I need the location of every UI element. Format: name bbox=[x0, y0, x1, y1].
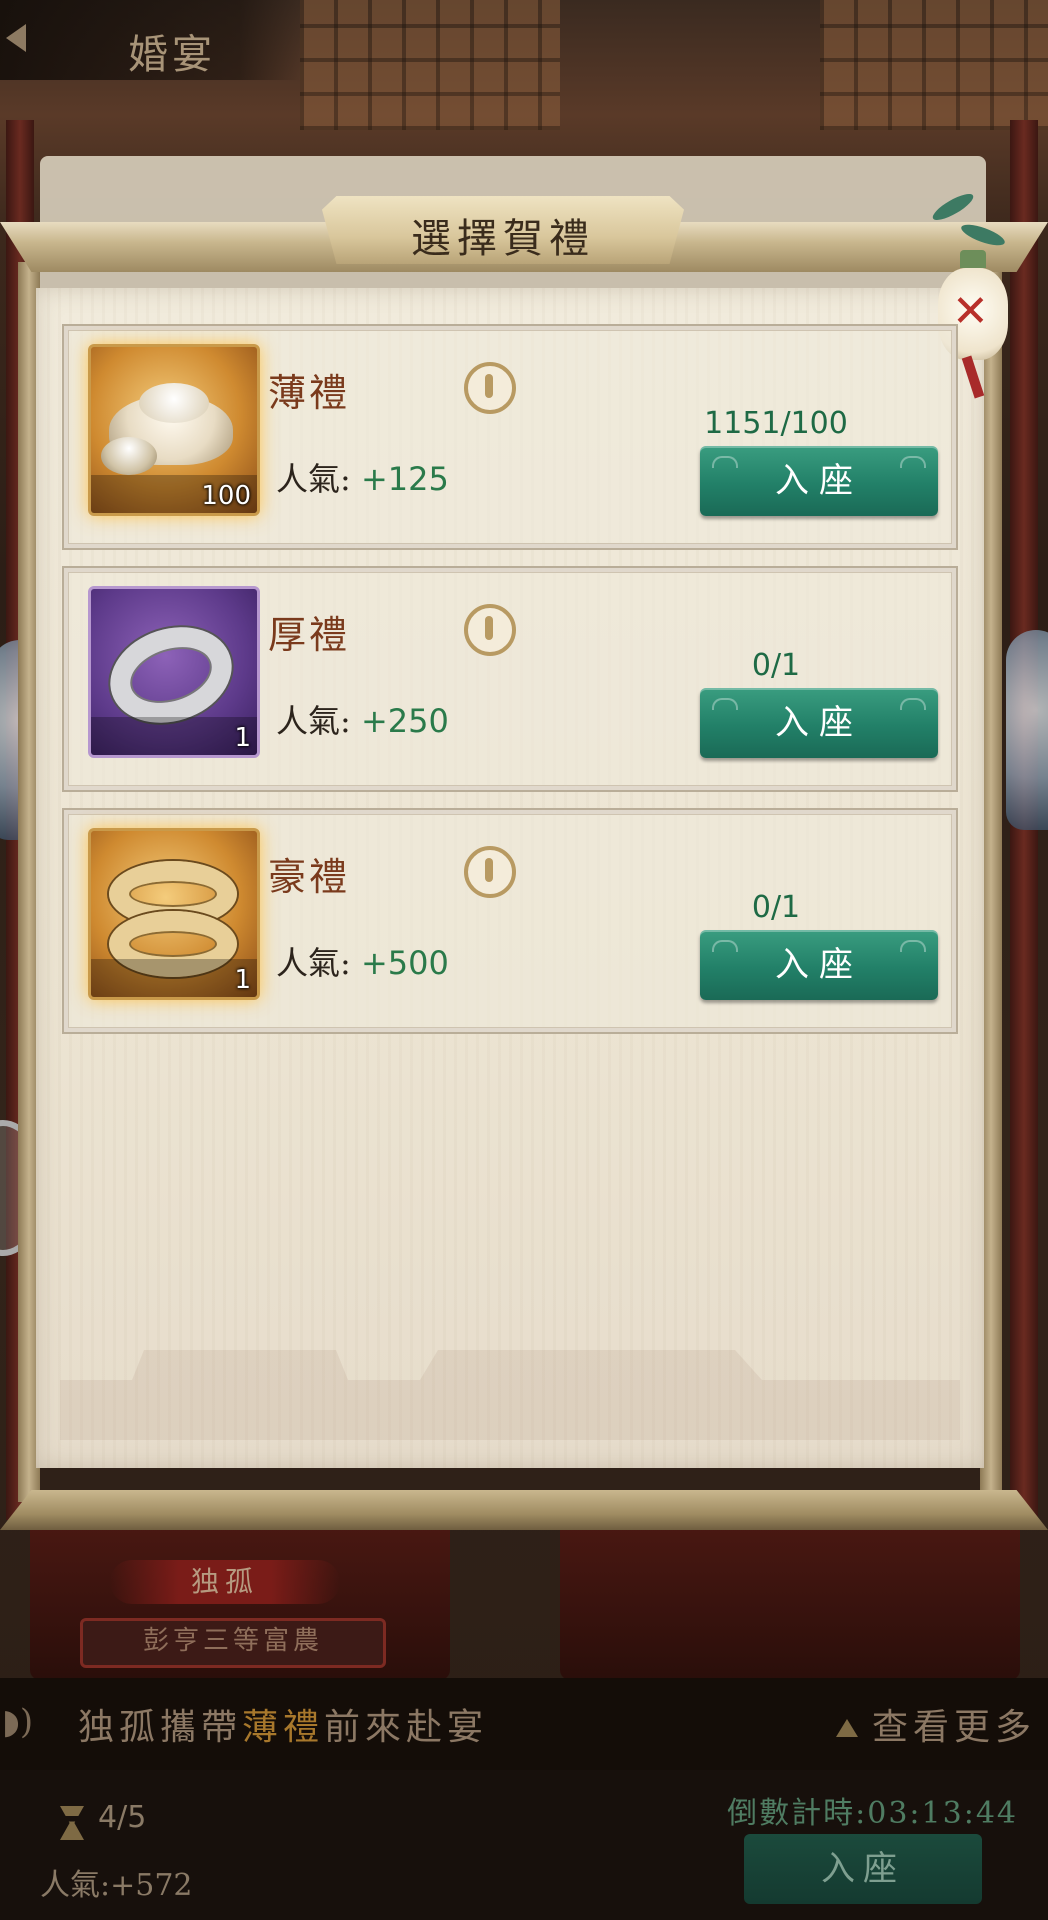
modal-title-banner: 選擇賀禮 bbox=[322, 196, 684, 264]
view-more-button[interactable]: 查看更多 bbox=[835, 1698, 1036, 1750]
speaker-icon: ◗) bbox=[2, 1702, 34, 1742]
window-lattice bbox=[300, 0, 560, 130]
ticker-message: 独孤攜帶薄禮前來赴宴 bbox=[78, 1707, 489, 1748]
item-quantity: 1 bbox=[234, 723, 251, 753]
join-seat-button[interactable]: 入座 bbox=[700, 930, 938, 1000]
modal-title: 選擇賀禮 bbox=[411, 216, 595, 262]
gift-name: 豪禮 bbox=[268, 855, 351, 899]
guest-title: 彭亨三等富農 bbox=[80, 1618, 386, 1668]
bottom-join-button[interactable]: 入座 bbox=[744, 1834, 982, 1904]
countdown-timer: 倒數計時:03:13:44 bbox=[727, 1796, 1018, 1831]
info-icon[interactable] bbox=[464, 362, 516, 414]
page-title: 婚宴 bbox=[128, 32, 216, 78]
popularity-bonus: 人氣: +125 bbox=[276, 460, 449, 498]
lantern-cap bbox=[960, 250, 986, 268]
gift-count: 0/1 bbox=[751, 648, 801, 683]
info-icon[interactable] bbox=[464, 846, 516, 898]
popularity-bonus: 人氣: +500 bbox=[276, 944, 449, 982]
banquet-table bbox=[560, 1520, 1020, 1680]
bottom-bar: 4/5 人氣:+572 倒數計時:03:13:44 入座 bbox=[0, 1770, 1048, 1920]
arrow-up-icon bbox=[835, 1719, 858, 1737]
gift-name: 薄禮 bbox=[268, 371, 351, 415]
scroll-bottom-rod bbox=[0, 1490, 1048, 1530]
gift-count: 1151/100 bbox=[704, 406, 848, 441]
item-slot[interactable]: 1 bbox=[88, 586, 260, 758]
join-seat-button[interactable]: 入座 bbox=[700, 446, 938, 516]
total-popularity: 人氣:+572 bbox=[40, 1868, 193, 1903]
popularity-bonus: 人氣: +250 bbox=[276, 702, 449, 740]
back-arrow-icon[interactable] bbox=[6, 24, 26, 52]
guest-name: 独孤 bbox=[110, 1560, 340, 1604]
window-lattice bbox=[820, 0, 1048, 130]
hourglass-icon bbox=[60, 1806, 84, 1840]
gift-card: 1 豪禮 人氣: +500 0/1 入座 bbox=[62, 808, 958, 1034]
vase bbox=[1006, 630, 1048, 830]
announcement-ticker: ◗) 独孤攜帶薄禮前來赴宴 查看更多 bbox=[0, 1678, 1048, 1770]
top-nav: 婚宴 bbox=[0, 0, 300, 80]
seat-count: 4/5 bbox=[98, 1800, 147, 1835]
gift-card: 1 厚禮 人氣: +250 0/1 入座 bbox=[62, 566, 958, 792]
item-slot[interactable]: 100 bbox=[88, 344, 260, 516]
gift-count: 0/1 bbox=[751, 890, 801, 925]
gift-name: 厚禮 bbox=[268, 613, 351, 657]
item-slot[interactable]: 1 bbox=[88, 828, 260, 1000]
gift-card: 100 薄禮 人氣: +125 1151/100 入座 bbox=[62, 324, 958, 550]
item-quantity: 1 bbox=[234, 965, 251, 995]
join-seat-button[interactable]: 入座 bbox=[700, 688, 938, 758]
info-icon[interactable] bbox=[464, 604, 516, 656]
item-quantity: 100 bbox=[201, 481, 251, 511]
